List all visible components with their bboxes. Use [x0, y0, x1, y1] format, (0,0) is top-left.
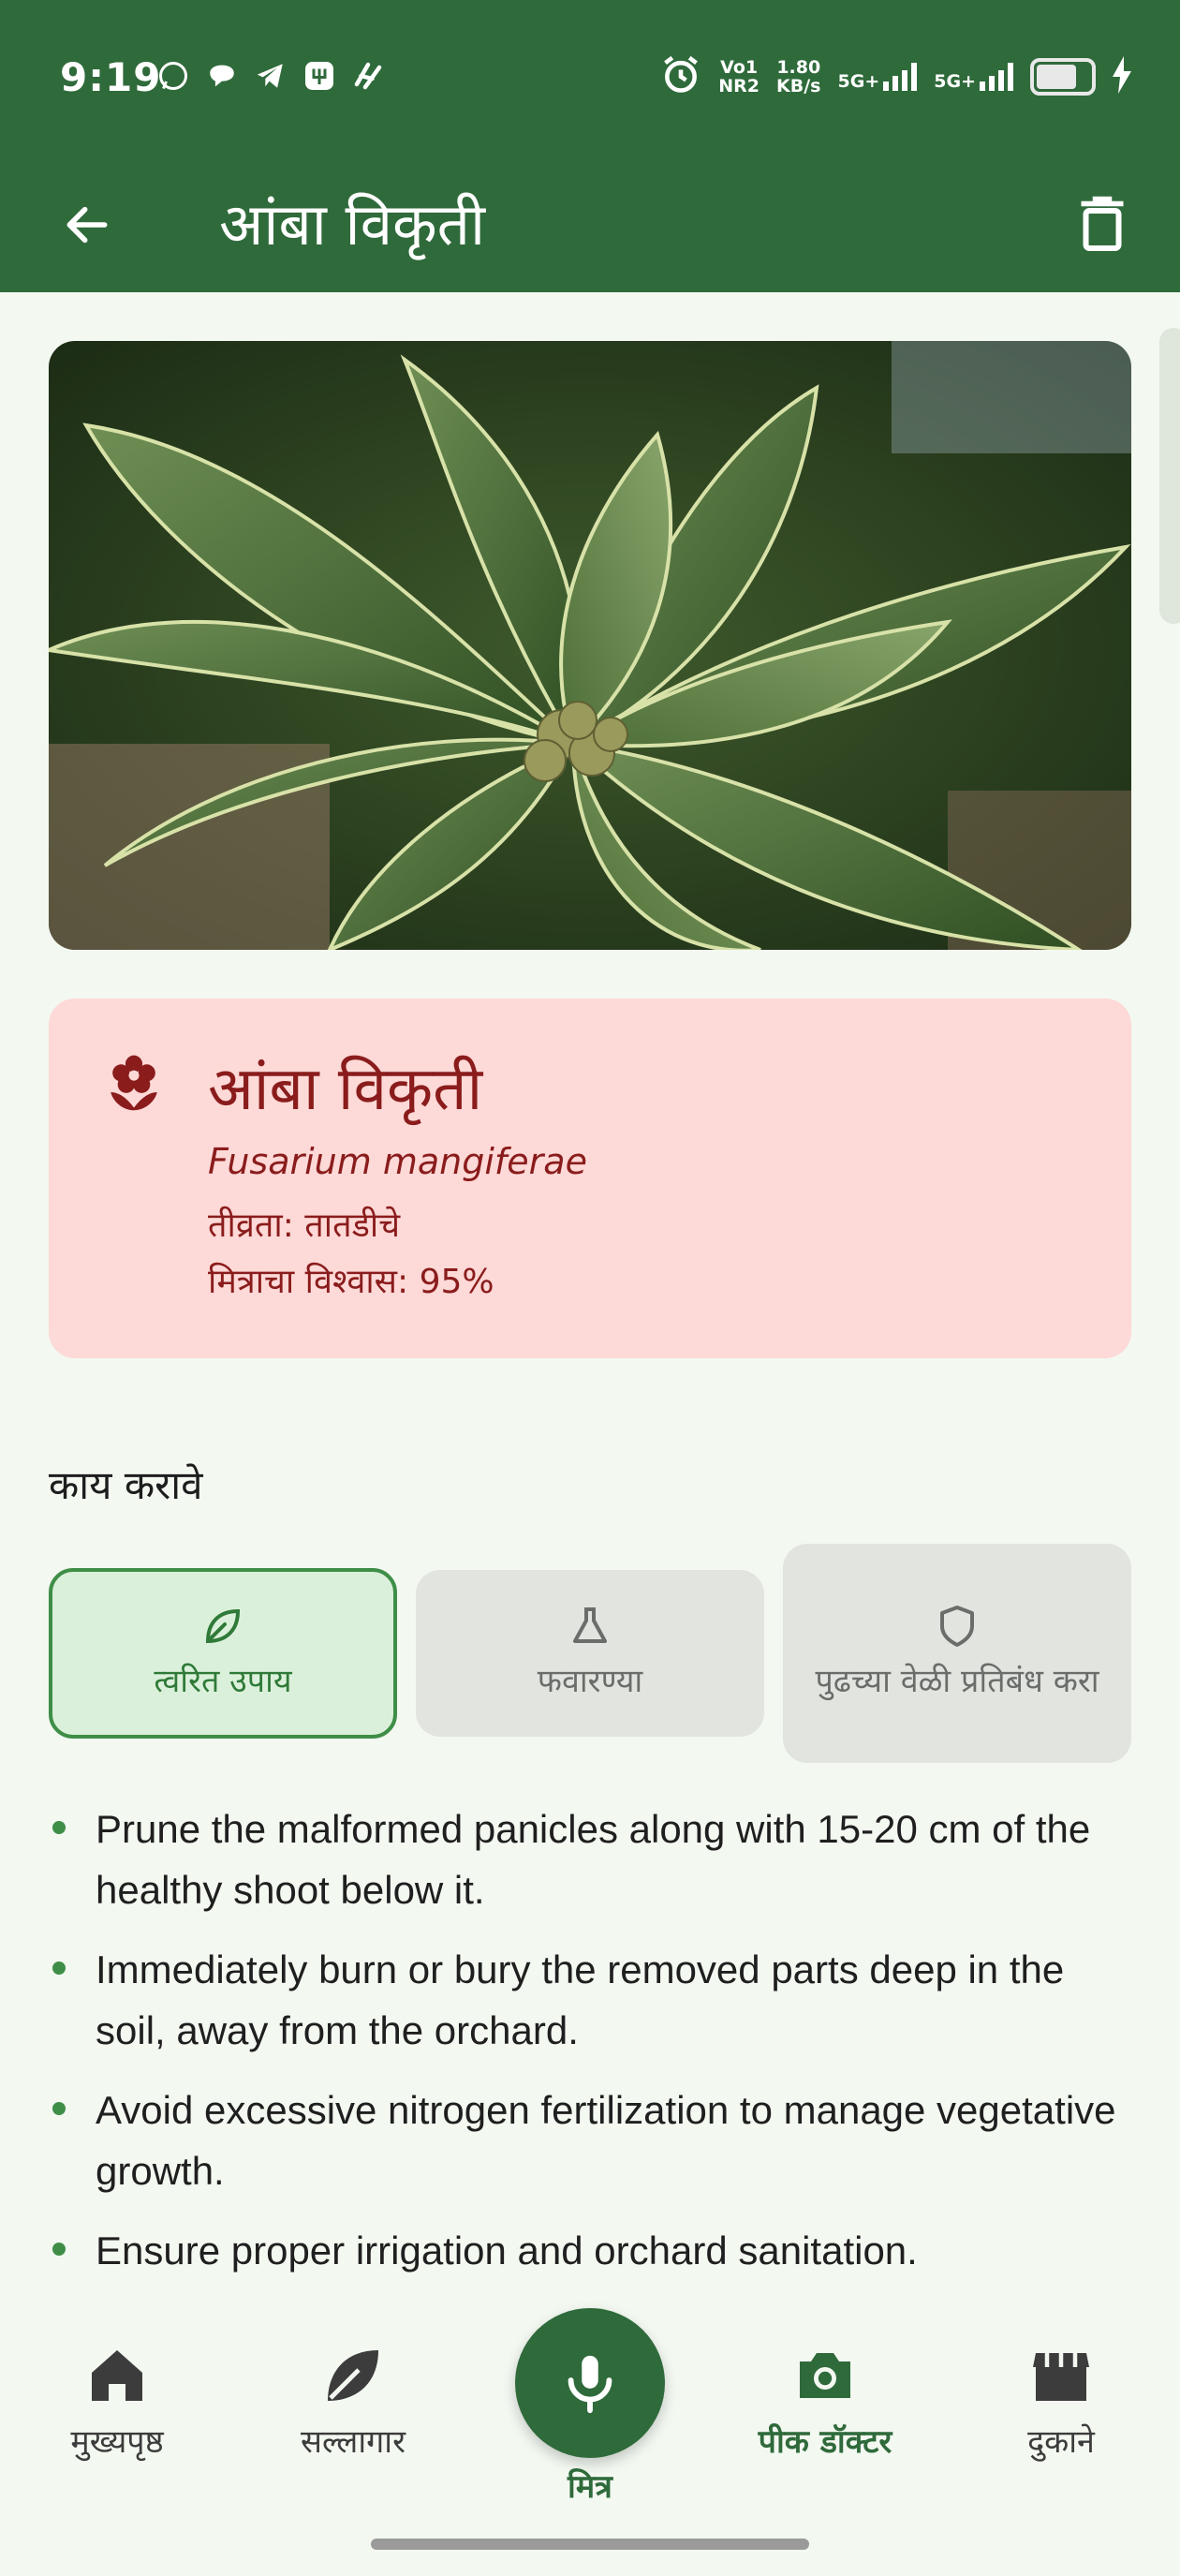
step-text: Immediately burn or bury the removed par… — [96, 1947, 1065, 2052]
tab-label: फवारण्या — [537, 1663, 643, 1700]
tab-label: त्वरित उपाय — [154, 1663, 292, 1700]
sim1-signal: 5G+ — [838, 63, 918, 91]
telegram-icon — [253, 58, 288, 94]
charging-icon — [1113, 56, 1131, 97]
app-badge-icon — [302, 58, 337, 94]
store-icon — [1033, 2353, 1089, 2401]
system-icons: Vo1 NR2 1.80 KB/s 5G+ 5G+ — [660, 54, 1131, 99]
trash-icon — [1081, 196, 1124, 251]
nav-crop-doctor-label: पीक डॉक्टर — [758, 2423, 892, 2461]
severity-text: तीव्रता: तातडीचे — [208, 1207, 401, 1245]
status-time: 9:19 — [60, 54, 162, 100]
nav-advisor[interactable]: सल्लागार — [245, 2342, 461, 2462]
nav-shops-label: दुकाने — [1027, 2423, 1095, 2461]
plant-photo[interactable] — [49, 341, 1131, 950]
signal-bars-icon — [980, 63, 1013, 91]
gesture-home-indicator[interactable] — [371, 2539, 809, 2550]
home-icon — [92, 2350, 142, 2401]
nav-mitra-label: मित्र — [568, 2468, 612, 2506]
nav-advisor-label: सल्लागार — [300, 2423, 406, 2461]
sim2-signal: 5G+ — [934, 63, 1013, 91]
leaf-icon — [205, 1608, 241, 1644]
data-speed: 1.80 KB/s — [776, 58, 820, 96]
notification-icons — [155, 58, 386, 94]
disease-name: आंबा विकृती — [208, 1055, 483, 1124]
status-bar: 9:19 Vo1 NR2 1.80 KB/s 5G+ 5G+ — [0, 0, 1180, 159]
tab-label: पुढच्या वेळी प्रतिबंध करा — [815, 1663, 1099, 1700]
list-item: Ensure proper irrigation and orchard san… — [49, 2220, 1131, 2281]
top-bar: 9:19 Vo1 NR2 1.80 KB/s 5G+ 5G+ आंबा विकृ… — [0, 0, 1180, 292]
mitra-voice-button[interactable] — [515, 2308, 665, 2458]
tab-prevention[interactable]: पुढच्या वेळी प्रतिबंध करा — [783, 1544, 1131, 1763]
list-item: Avoid excessive nitrogen fertilization t… — [49, 2080, 1131, 2201]
microphone-icon — [568, 2355, 612, 2414]
speed-unit: KB/s — [776, 76, 821, 96]
nav-home-label: मुख्यपृष्ठ — [70, 2423, 164, 2461]
step-text: Avoid excessive nitrogen fertilization t… — [96, 2088, 1116, 2193]
bottom-navigation: मुख्यपृष्ठ सल्लागार मित्र पीक डॉक्टर दुक… — [0, 2286, 1180, 2576]
network-type: Vo1 NR2 — [718, 58, 760, 96]
diagnosis-card: आंबा विकृती Fusarium mangiferae तीव्रता:… — [49, 999, 1131, 1358]
nav-crop-doctor[interactable]: पीक डॉक्टर — [717, 2342, 933, 2462]
back-button[interactable] — [54, 178, 120, 272]
alarm-icon — [660, 54, 701, 99]
speed-value: 1.80 — [776, 57, 821, 78]
step-text: Prune the malformed panicles along with … — [96, 1807, 1091, 1912]
page-title: आंबा विकृती — [219, 190, 486, 259]
camera-icon — [800, 2353, 850, 2398]
section-heading: काय करावे — [49, 1462, 203, 1508]
nav-home[interactable]: मुख्यपृष्ठ — [9, 2342, 225, 2462]
step-text: Ensure proper irrigation and orchard san… — [96, 2228, 918, 2273]
flower-icon — [111, 1055, 157, 1111]
bullet-icon — [52, 2243, 66, 2256]
nav-shops[interactable]: दुकाने — [953, 2342, 1169, 2462]
sim2-label: 5G+ — [934, 71, 976, 92]
shield-icon — [940, 1606, 974, 1647]
app-bar: आंबा विकृती — [0, 159, 1180, 292]
whatsapp-icon — [155, 58, 191, 94]
battery-icon — [1030, 58, 1096, 96]
signal-bars-icon — [883, 63, 918, 91]
network-line1: Vo1 — [720, 57, 759, 78]
bullet-icon — [52, 1821, 66, 1834]
arrow-left-icon — [66, 206, 108, 244]
sync-icon — [350, 58, 386, 94]
delete-button[interactable] — [1069, 178, 1135, 272]
network-line2: NR2 — [718, 76, 760, 96]
confidence-text: मित्राचा विश्वास: 95% — [208, 1263, 494, 1301]
tab-immediate-action[interactable]: त्वरित उपाय — [49, 1568, 397, 1739]
chat-bubble-icon — [204, 58, 240, 94]
next-image-peek[interactable] — [1159, 328, 1180, 624]
sim1-label: 5G+ — [837, 71, 880, 92]
flask-icon — [573, 1607, 607, 1643]
list-item: Prune the malformed panicles along with … — [49, 1799, 1131, 1920]
mango-leaves-image — [49, 341, 1131, 950]
tab-sprays[interactable]: फवारण्या — [416, 1570, 764, 1737]
bullet-icon — [52, 2102, 66, 2115]
steps-list: Prune the malformed panicles along with … — [49, 1799, 1131, 2300]
scientific-name: Fusarium mangiferae — [208, 1141, 587, 1182]
list-item: Immediately burn or bury the removed par… — [49, 1939, 1131, 2061]
bullet-icon — [52, 1962, 66, 1975]
leaf-icon — [328, 2350, 378, 2401]
